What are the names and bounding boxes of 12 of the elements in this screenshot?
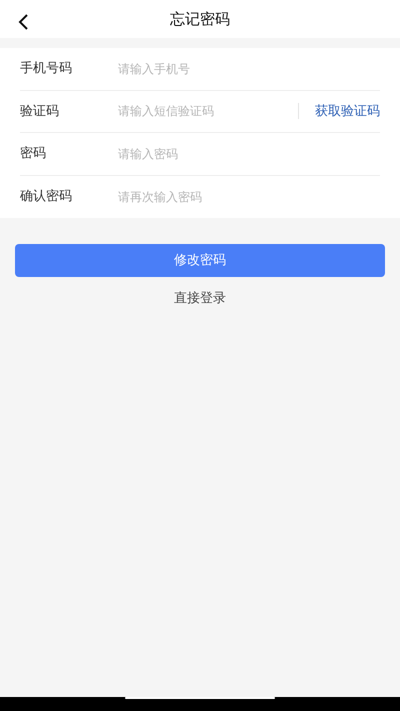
field-label: 验证码 — [20, 102, 60, 120]
field-label: 确认密码 — [20, 188, 73, 206]
page-title: 忘记密码 — [170, 8, 230, 30]
login-link[interactable]: 直接登录 — [174, 289, 226, 308]
field-label: 手机号码 — [20, 60, 73, 78]
input-field[interactable]: 请输入手机号 — [118, 60, 380, 78]
input-field[interactable]: 请输入密码 — [118, 144, 380, 163]
input-field[interactable]: 请再次输入密码 — [118, 188, 380, 206]
field-label: 密码 — [20, 145, 47, 163]
get-code-button[interactable]: 获取验证码 — [315, 102, 380, 121]
submit-button[interactable]: 修改密码 — [15, 244, 385, 277]
input-field[interactable]: 请输入短信验证码 — [118, 102, 298, 120]
